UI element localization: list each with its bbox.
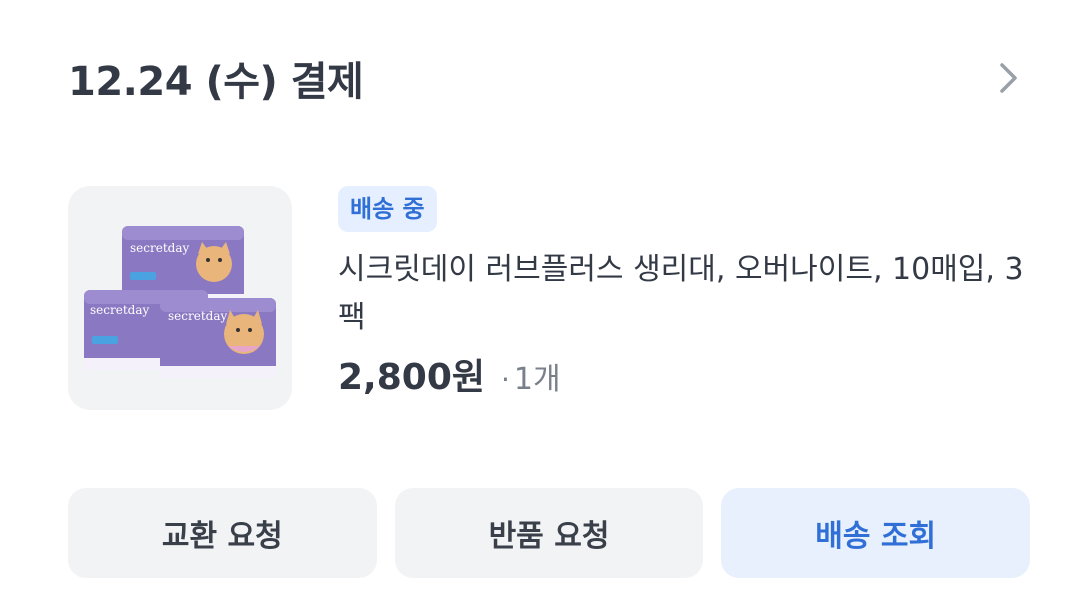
action-buttons: 교환 요청 반품 요청 배송 조회 <box>68 488 1031 578</box>
order-header[interactable]: 12.24 (수) 결제 <box>68 48 1028 108</box>
return-request-button[interactable]: 반품 요청 <box>394 488 704 578</box>
product-row[interactable]: secretday secretday secretday 배송 중 시크릿데이… <box>68 186 1028 416</box>
package-brand-text: secretday <box>90 303 149 317</box>
product-quantity: 1개 <box>513 362 561 397</box>
product-thumbnail[interactable]: secretday secretday secretday <box>68 186 292 410</box>
product-price: 2,800원 <box>338 357 485 398</box>
track-delivery-button[interactable]: 배송 조회 <box>721 488 1031 578</box>
order-card: 12.24 (수) 결제 secretday secretday secretd… <box>0 0 1080 615</box>
quantity-separator: · <box>501 363 510 396</box>
price-row: 2,800원 · 1개 <box>338 348 1038 400</box>
chevron-right-icon[interactable] <box>988 58 1028 98</box>
package-brand-text: secretday <box>168 309 227 323</box>
package-front: secretday <box>160 298 276 378</box>
delivery-status-badge: 배송 중 <box>338 186 437 232</box>
package-brand-text: secretday <box>130 241 189 255</box>
exchange-request-button[interactable]: 교환 요청 <box>68 488 377 578</box>
order-date-title: 12.24 (수) 결제 <box>68 59 364 105</box>
product-name[interactable]: 시크릿데이 러브플러스 생리대, 오버나이트, 10매입, 3팩 <box>338 246 1028 342</box>
product-info: 배송 중 시크릿데이 러브플러스 생리대, 오버나이트, 10매입, 3팩 2,… <box>338 186 1038 400</box>
